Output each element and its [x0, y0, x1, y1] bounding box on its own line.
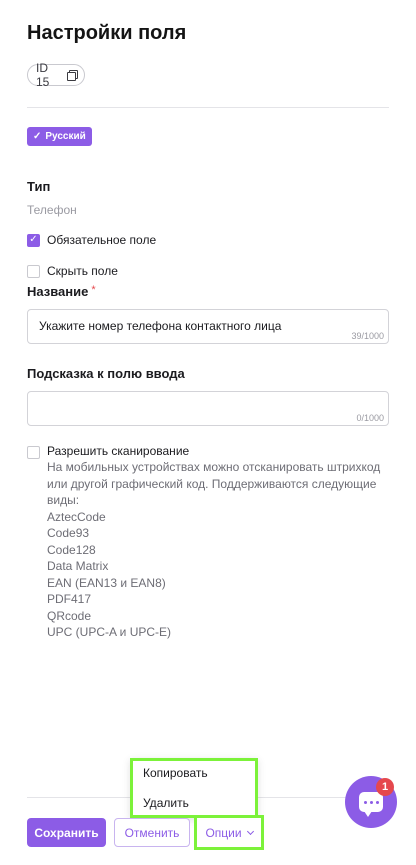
hide-label: Скрыть поле [47, 264, 118, 278]
required-star: * [91, 284, 96, 296]
dropdown-item-delete[interactable]: Удалить [143, 796, 189, 810]
check-icon: ✓ [33, 130, 42, 142]
name-label-text: Название [27, 284, 89, 299]
hint-label: Подсказка к полю ввода [27, 366, 185, 381]
format-item: Code93 [47, 526, 90, 540]
required-checkbox-row[interactable]: ✓ Обязательное поле [27, 233, 156, 247]
type-label: Тип [27, 179, 51, 194]
format-item: Data Matrix [47, 559, 109, 573]
required-label: Обязательное поле [47, 233, 157, 247]
hint-counter: 0/1000 [356, 413, 384, 423]
required-checkbox[interactable]: ✓ [27, 233, 40, 247]
chevron-down-icon [246, 827, 254, 835]
scanning-row: Разрешить сканирование На мобильных устр… [27, 444, 382, 641]
cancel-button[interactable]: Отменить [114, 818, 190, 847]
save-button[interactable]: Сохранить [27, 818, 106, 847]
name-counter: 39/1000 [351, 331, 384, 341]
hint-input[interactable]: 0/1000 [27, 391, 389, 426]
options-button[interactable]: Опции [194, 815, 264, 850]
hide-checkbox[interactable] [27, 264, 40, 278]
id-label: ID 15 [36, 61, 50, 89]
dropdown-item-copy[interactable]: Копировать [143, 766, 208, 780]
hide-checkbox-row[interactable]: Скрыть поле [27, 264, 118, 278]
format-item: PDF417 [47, 592, 92, 606]
language-label: Русский [45, 131, 86, 142]
header-divider [27, 107, 389, 108]
format-item: EAN (EAN13 и EAN8) [47, 575, 166, 590]
scanning-text: Разрешить сканирование На мобильных устр… [47, 444, 382, 641]
id-chip[interactable]: ID 15 [27, 61, 85, 89]
format-item: QRcode [47, 608, 92, 623]
copy-icon [66, 70, 79, 81]
chat-icon [359, 792, 383, 817]
name-label: Название * [27, 284, 96, 299]
format-item: Code128 [47, 542, 96, 557]
type-value: Телефон [27, 203, 77, 217]
scanning-label[interactable]: Разрешить сканирование [47, 444, 382, 459]
chat-notification-badge: 1 [376, 778, 394, 796]
format-item: AztecCode [47, 509, 106, 524]
language-badge[interactable]: ✓ Русский [27, 127, 92, 146]
scanning-description: На мобильных устройствах можно отсканиро… [47, 460, 381, 507]
page-title: Настройки поля [27, 22, 187, 44]
name-input[interactable]: Укажите номер телефона контактного лица … [27, 309, 389, 344]
scanning-checkbox[interactable] [27, 446, 40, 459]
format-item: UPC (UPC-A и UPC-E) [47, 625, 172, 639]
format-list: AztecCode Code93 Code128 Data Matrix EAN… [47, 509, 382, 641]
name-input-value: Укажите номер телефона контактного лица [39, 319, 282, 333]
options-dropdown: Копировать Удалить [130, 758, 258, 818]
options-label: Опции [205, 825, 242, 840]
